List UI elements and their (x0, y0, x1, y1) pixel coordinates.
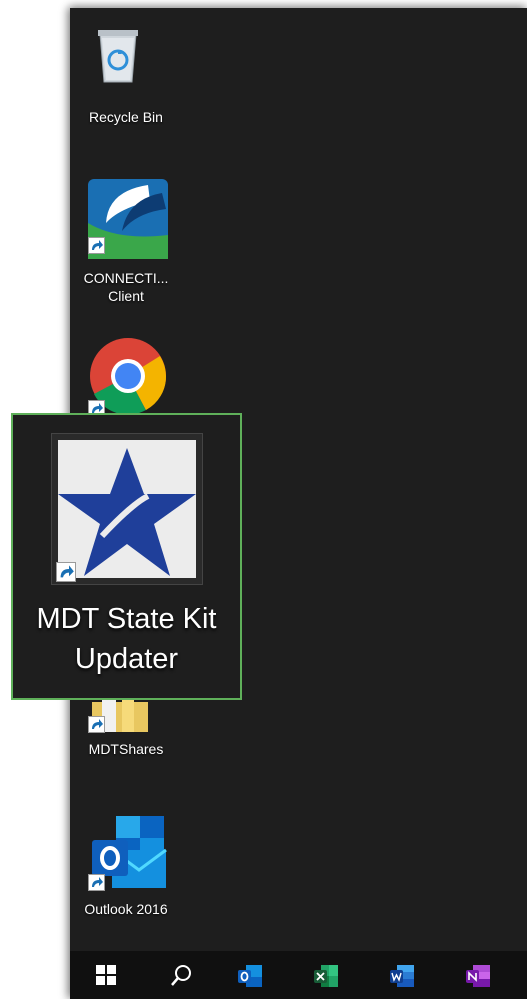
taskbar (70, 951, 527, 999)
mdt-state-kit-updater-label-line1: MDT State Kit (36, 603, 217, 635)
outlook-2016-shortcut[interactable]: Outlook 2016 (70, 808, 182, 928)
shortcut-arrow-icon (88, 874, 105, 891)
excel-taskbar-button[interactable] (300, 951, 348, 999)
chrome-shortcut[interactable] (70, 328, 182, 418)
mdt-state-kit-updater-label-line2: Updater (74, 643, 179, 675)
connect-client-label-line1: CONNECTI... (83, 270, 169, 286)
shortcut-arrow-icon (88, 237, 105, 254)
word-icon (390, 965, 414, 987)
mdt-state-kit-updater-callout[interactable]: MDT State Kit Updater (11, 413, 242, 700)
onenote-taskbar-button[interactable] (452, 951, 500, 999)
windows-logo-icon (96, 965, 116, 985)
connect-client-shortcut[interactable]: CONNECTI... Client (70, 173, 182, 313)
recycle-bin-shortcut[interactable]: Recycle Bin (70, 8, 182, 138)
start-button[interactable] (82, 951, 130, 999)
onenote-icon (466, 965, 490, 987)
outlook-icon (238, 965, 262, 987)
mdtshares-label: MDTShares (88, 741, 164, 757)
connect-client-label-line2: Client (108, 288, 144, 304)
shortcut-arrow-icon (88, 716, 105, 733)
mdt-state-kit-updater-icon-frame (51, 433, 203, 585)
mdt-state-kit-updater-label: MDT State Kit Updater (13, 599, 240, 679)
excel-icon (314, 965, 338, 987)
search-icon (171, 965, 191, 986)
recycle-bin-icon (94, 24, 142, 89)
mdtshares-shortcut[interactable]: MDTShares (70, 698, 182, 778)
outlook-taskbar-button[interactable] (224, 951, 272, 999)
outlook-2016-label: Outlook 2016 (84, 901, 168, 917)
recycle-bin-label: Recycle Bin (89, 109, 163, 125)
word-taskbar-button[interactable] (376, 951, 424, 999)
shortcut-arrow-icon (56, 562, 76, 582)
search-button[interactable] (158, 951, 206, 999)
